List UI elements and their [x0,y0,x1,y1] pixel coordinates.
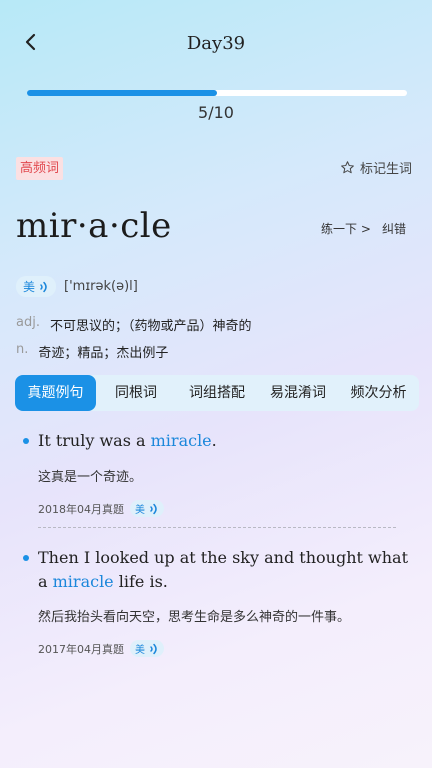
example-chinese: 然后我抬头看向天空，思考生命是多么神奇的一件事。 [38,610,351,625]
progress-bar [27,90,407,96]
example-text: life is. [113,572,168,591]
correct-link[interactable]: 纠错 [382,220,406,237]
sound-wave-icon [40,281,47,292]
pronounce-button[interactable]: 美 [16,276,57,297]
pronunciation-row: 美 ['mɪrək(ə)l] [16,276,138,297]
progress-fill [27,90,217,96]
example-chinese: 这真是一个奇迹。 [38,470,143,485]
example-source: 2017年04月真题 美 [38,640,164,657]
tab-phrases[interactable]: 词组搭配 [176,375,258,411]
example-source: 2018年04月真题 美 [38,500,164,517]
example-text: . [211,431,217,450]
definition-meaning: 不可思议的；（药物或产品）神奇的 [49,319,252,334]
tab-bar: 真题例句 同根词 词组搭配 易混淆词 频次分析 [15,375,419,411]
accent-label: 美 [23,280,36,294]
tab-confusables[interactable]: 易混淆词 [258,375,338,411]
progress-label: 5/10 [198,103,234,122]
frequency-badge: 高频词 [16,157,64,180]
accent-label: 美 [135,505,145,516]
example-keyword[interactable]: miracle [151,431,212,450]
play-sentence-button[interactable]: 美 [130,640,164,657]
definition-meaning: 奇迹；精品；杰出例子 [38,346,169,361]
example-english: Then I looked up at the sky and thought … [38,546,416,594]
source-label: 2018年04月真题 [38,502,124,516]
mark-word-button[interactable]: 标记生词 [340,158,412,177]
divider [38,527,396,528]
header: Day39 [0,0,432,86]
play-sentence-button[interactable]: 美 [130,500,164,517]
bullet-dot [23,555,29,561]
accent-label: 美 [135,645,145,656]
definition-pos: adj. [16,315,40,330]
definition-adj: adj. 不可思议的；（药物或产品）神奇的 [16,315,251,334]
definition-pos: n. [16,342,29,357]
example-keyword[interactable]: miracle [53,572,114,591]
tab-frequency[interactable]: 频次分析 [338,375,419,411]
tab-exam-sentences[interactable]: 真题例句 [15,375,96,411]
source-label: 2017年04月真题 [38,642,124,656]
example-text: It truly was a [38,431,151,450]
practice-link[interactable]: 练一下 > [321,220,371,237]
definition-noun: n. 奇迹；精品；杰出例子 [16,342,168,361]
tab-cognates[interactable]: 同根词 [96,375,176,411]
page-title: Day39 [186,33,246,54]
sound-wave-icon [150,503,157,514]
phonetic: ['mɪrək(ə)l] [64,279,138,294]
sound-wave-icon [150,643,157,654]
mark-word-label: 标记生词 [359,162,412,177]
example-english: It truly was a miracle. [38,429,416,453]
headword: mir·a·cle [16,206,172,246]
bullet-dot [23,438,29,444]
star-outline-icon [341,161,354,174]
